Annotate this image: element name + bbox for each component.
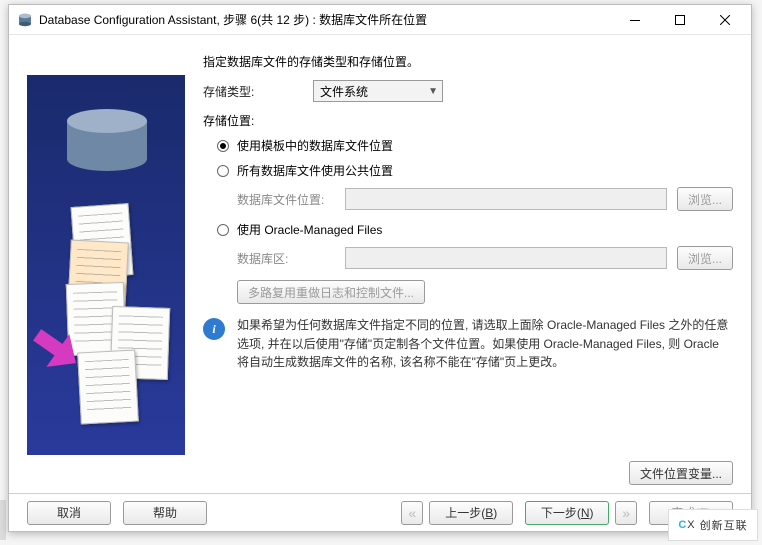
storage-type-value: 文件系统 — [320, 83, 368, 100]
browse-db-file-button[interactable]: 浏览... — [677, 187, 733, 211]
option-template-label: 使用模板中的数据库文件位置 — [237, 137, 393, 154]
option-template-row[interactable]: 使用模板中的数据库文件位置 — [217, 137, 733, 154]
button-bar: 取消 帮助 « 上一步(B) 下一步(N) » 完成(F) — [9, 493, 751, 531]
chevron-down-icon: ▼ — [428, 86, 438, 97]
form-panel: 指定数据库文件的存储类型和存储位置。 存储类型: 文件系统 ▼ 存储位置: 使用… — [185, 49, 733, 493]
option-common-label: 所有数据库文件使用公共位置 — [237, 162, 393, 179]
dialog-window: Database Configuration Assistant, 步骤 6(共… — [8, 4, 752, 532]
storage-type-label: 存储类型: — [203, 83, 313, 100]
maximize-button[interactable] — [657, 6, 702, 34]
db-area-label: 数据库区: — [237, 250, 345, 267]
first-step-button: « — [401, 501, 423, 525]
minimize-button[interactable] — [612, 6, 657, 34]
next-button[interactable]: 下一步(N) — [525, 501, 609, 525]
watermark: CX 创新互联 — [668, 509, 758, 541]
intro-text: 指定数据库文件的存储类型和存储位置。 — [203, 53, 733, 70]
db-file-location-input — [345, 188, 667, 210]
file-location-variables-button[interactable]: 文件位置变量... — [629, 461, 733, 485]
app-icon — [17, 12, 33, 28]
browse-db-area-button[interactable]: 浏览... — [677, 246, 733, 270]
back-button[interactable]: 上一步(B) — [429, 501, 513, 525]
storage-type-select[interactable]: 文件系统 ▼ — [313, 80, 443, 102]
radio-omf[interactable] — [217, 224, 229, 236]
radio-template[interactable] — [217, 140, 229, 152]
storage-location-label: 存储位置: — [203, 112, 733, 129]
titlebar[interactable]: Database Configuration Assistant, 步骤 6(共… — [9, 5, 751, 35]
close-button[interactable] — [702, 6, 747, 34]
radio-common[interactable] — [217, 165, 229, 177]
help-button[interactable]: 帮助 — [123, 501, 207, 525]
option-omf-row[interactable]: 使用 Oracle-Managed Files — [217, 221, 733, 238]
db-file-location-label: 数据库文件位置: — [237, 191, 345, 208]
info-icon: i — [203, 318, 225, 340]
option-omf-label: 使用 Oracle-Managed Files — [237, 221, 382, 238]
option-common-row[interactable]: 所有数据库文件使用公共位置 — [217, 162, 733, 179]
last-step-button: » — [615, 501, 637, 525]
multiplex-button[interactable]: 多路复用重做日志和控制文件... — [237, 280, 425, 304]
content-area: 指定数据库文件的存储类型和存储位置。 存储类型: 文件系统 ▼ 存储位置: 使用… — [9, 35, 751, 493]
db-area-input — [345, 247, 667, 269]
background-strip — [0, 500, 6, 540]
info-text: 如果希望为任何数据库文件指定不同的位置, 请选取上面除 Oracle-Manag… — [237, 316, 733, 372]
window-title: Database Configuration Assistant, 步骤 6(共… — [39, 11, 612, 28]
wizard-illustration — [27, 75, 185, 455]
cancel-button[interactable]: 取消 — [27, 501, 111, 525]
